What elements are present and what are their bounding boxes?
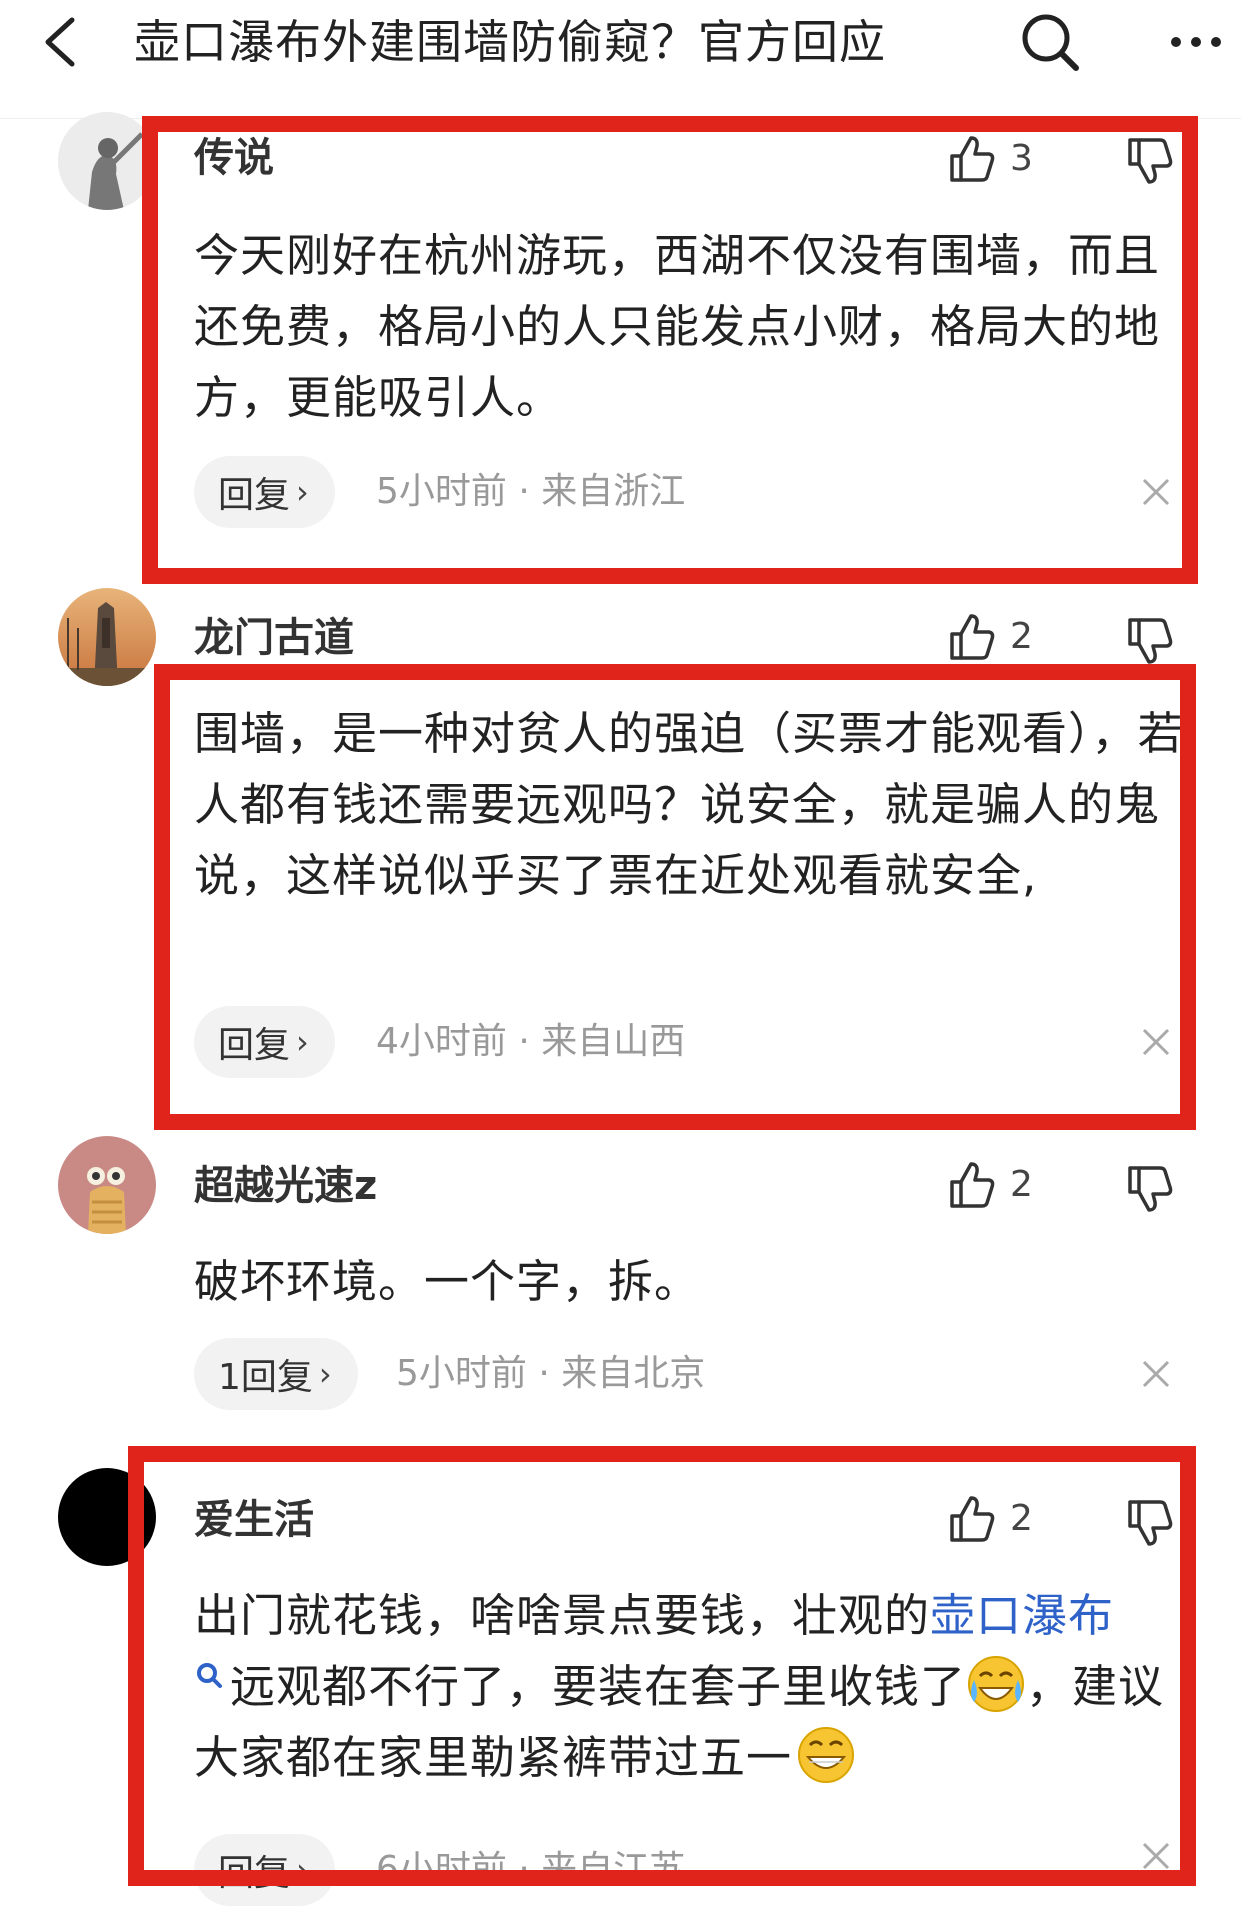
highlight-box (142, 116, 1198, 584)
avatar[interactable] (58, 588, 156, 686)
reply-button[interactable]: 1回复 › (194, 1338, 358, 1410)
chevron-right-icon: › (318, 1355, 332, 1393)
highlight-box (128, 1446, 1196, 1886)
search-icon[interactable] (1018, 10, 1082, 74)
thumbs-up-icon (950, 614, 995, 660)
reply-label: 1回复 (218, 1357, 313, 1398)
chevron-left-icon[interactable] (40, 14, 80, 70)
page-title: 壶口瀑布外建围墙防偷窥？官方回应 (134, 15, 886, 69)
username[interactable]: 龙门古道 (194, 612, 354, 664)
close-icon[interactable] (1140, 1358, 1172, 1390)
like-button[interactable]: 2 (948, 610, 1033, 664)
thumbs-down-icon[interactable] (1126, 1162, 1176, 1214)
more-dots-icon[interactable] (1168, 22, 1224, 62)
highlight-box (154, 664, 1196, 1130)
username[interactable]: 超越光速z (194, 1160, 377, 1212)
like-button[interactable]: 2 (948, 1158, 1033, 1212)
thumbs-down-icon[interactable] (1126, 614, 1176, 666)
comment-meta: 5小时前 · 来自北京 (396, 1353, 706, 1394)
like-count: 2 (1010, 616, 1033, 657)
top-bar: 壶口瀑布外建围墙防偷窥？官方回应 (0, 0, 1241, 119)
avatar[interactable] (58, 1136, 156, 1234)
thumbs-up-icon (950, 1162, 995, 1208)
comment-text: 破坏环境。一个字，拆。 (194, 1255, 701, 1308)
like-count: 2 (1010, 1164, 1033, 1205)
